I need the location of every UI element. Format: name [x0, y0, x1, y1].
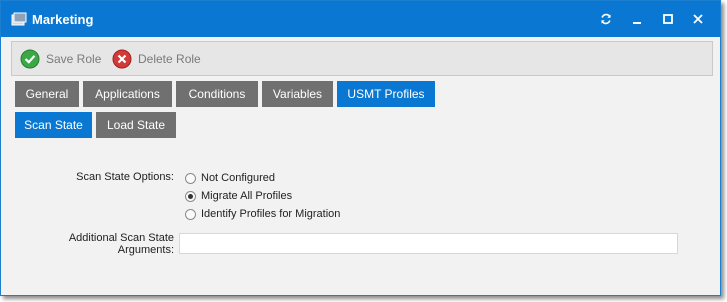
- subtab-scan-state[interactable]: Scan State: [15, 112, 92, 138]
- radio-indicator: [185, 172, 196, 184]
- radio-indicator: [185, 208, 196, 220]
- save-role-label: Save Role: [46, 52, 102, 66]
- app-icon: [11, 12, 27, 26]
- radio-label: Identify Profiles for Migration: [201, 208, 341, 220]
- toolbar: Save Role Delete Role: [11, 41, 713, 76]
- additional-arguments-label-line2: Arguments:: [117, 244, 174, 256]
- radio-label: Migrate All Profiles: [201, 190, 293, 202]
- save-role-button[interactable]: Save Role: [20, 48, 101, 70]
- delete-role-button[interactable]: Delete Role: [112, 48, 201, 70]
- additional-arguments-input[interactable]: [179, 233, 678, 254]
- radio-migrate-all-profiles[interactable]: Migrate All Profiles: [185, 190, 292, 202]
- check-icon: [20, 49, 40, 69]
- subtab-load-state[interactable]: Load State: [96, 112, 176, 138]
- maximize-icon[interactable]: [659, 10, 677, 28]
- tab-conditions[interactable]: Conditions: [176, 81, 258, 107]
- tab-general[interactable]: General: [15, 81, 79, 107]
- scan-state-options-label: Scan State Options:: [76, 171, 174, 183]
- additional-arguments-label: Additional Scan State Arguments:: [31, 232, 174, 256]
- additional-arguments-label-line1: Additional Scan State: [68, 232, 174, 244]
- radio-label: Not Configured: [201, 172, 275, 184]
- minimize-icon[interactable]: [628, 10, 646, 28]
- radio-indicator: [185, 190, 196, 202]
- radio-not-configured[interactable]: Not Configured: [185, 172, 275, 184]
- delete-role-label: Delete Role: [138, 52, 201, 66]
- tab-usmt-profiles[interactable]: USMT Profiles: [337, 81, 435, 107]
- refresh-icon[interactable]: [597, 10, 615, 28]
- window-title: Marketing: [32, 12, 94, 27]
- role-window: Marketing Save Role Delete Role General …: [0, 0, 721, 296]
- title-bar[interactable]: Marketing: [1, 1, 720, 37]
- scan-state-panel: Scan State Options: Not Configured Migra…: [11, 141, 713, 291]
- tab-applications[interactable]: Applications: [83, 81, 172, 107]
- tab-variables[interactable]: Variables: [262, 81, 333, 107]
- close-icon[interactable]: [689, 10, 707, 28]
- radio-identify-profiles[interactable]: Identify Profiles for Migration: [185, 208, 340, 220]
- delete-icon: [112, 49, 132, 69]
